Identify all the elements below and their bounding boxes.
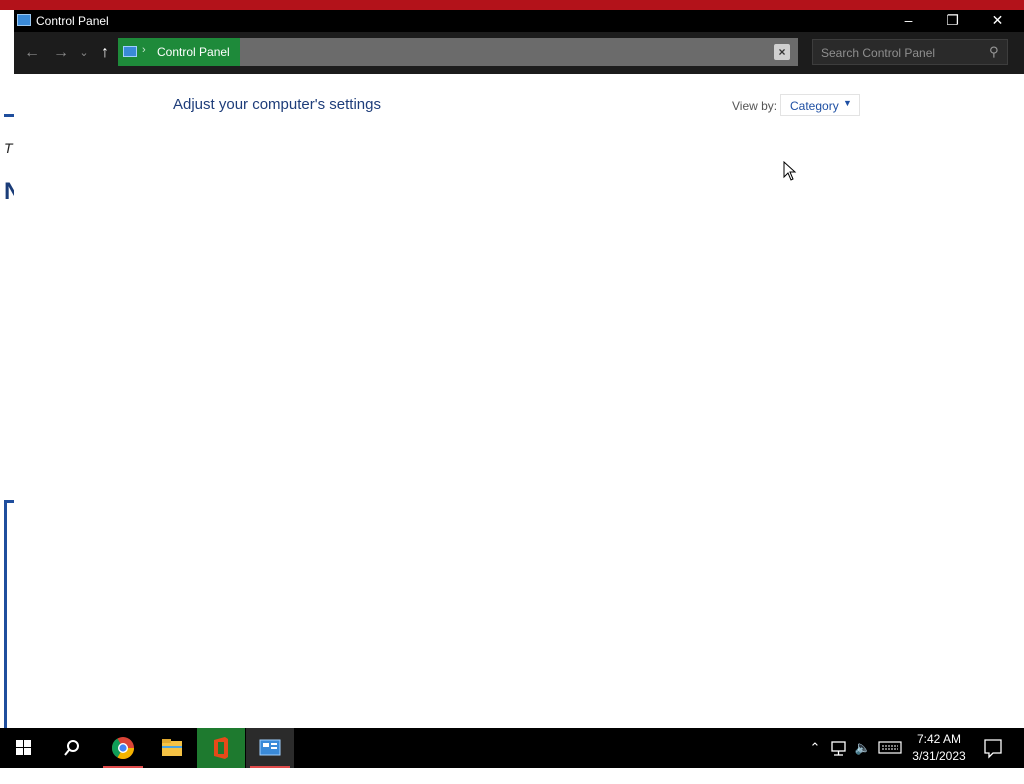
view-by-dropdown[interactable]: Category ▼ — [780, 94, 860, 116]
background-heading-fragment: N — [4, 178, 14, 205]
taskbar: ⌃ 🔈 7:42 AM 3/31/2023 — [0, 728, 1024, 768]
clear-address-icon[interactable]: × — [774, 44, 790, 60]
show-hidden-icons-chevron-icon[interactable]: ⌃ — [806, 728, 824, 768]
office-taskbar-button[interactable] — [197, 728, 245, 768]
control-panel-window: Control Panel – ❐ ✕ ← → ⌄ ↑ › Control Pa… — [14, 10, 1024, 728]
windows-logo-icon — [16, 740, 31, 755]
notification-icon — [984, 739, 1002, 759]
clock-time: 7:42 AM — [916, 732, 962, 746]
system-clock[interactable]: 7:42 AM 3/31/2023 — [904, 731, 974, 765]
network-icon-graphic — [831, 741, 846, 756]
breadcrumb[interactable]: › Control Panel — [118, 38, 240, 66]
start-button[interactable] — [0, 728, 48, 768]
page-title: Adjust your computer's settings — [173, 96, 381, 113]
dropdown-arrow-icon[interactable]: ▼ — [843, 98, 852, 108]
recent-locations-chevron-icon[interactable]: ⌄ — [76, 42, 92, 64]
search-box[interactable]: ⚲ — [812, 39, 1008, 65]
background-text-fragment: T — [4, 140, 13, 156]
background-window-edge: T N — [0, 10, 14, 728]
forward-arrow-icon[interactable]: → — [50, 42, 72, 64]
network-icon[interactable] — [828, 728, 850, 768]
restore-button[interactable]: ❐ — [930, 10, 975, 32]
breadcrumb-separator-icon: › — [142, 44, 146, 56]
control-panel-icon — [259, 739, 281, 756]
clock-date: 3/31/2023 — [912, 749, 966, 763]
navigation-bar: ← → ⌄ ↑ › Control Panel × ⚲ — [14, 32, 1024, 74]
search-icon[interactable]: ⚲ — [989, 44, 999, 60]
chrome-icon — [112, 737, 134, 759]
view-by-label: View by: — [732, 99, 778, 113]
view-by-value[interactable]: Category — [790, 99, 839, 113]
mouse-cursor-icon — [783, 161, 797, 181]
keyboard-icon[interactable] — [877, 728, 903, 768]
back-arrow-icon[interactable]: ← — [21, 42, 43, 64]
action-center-icon[interactable] — [978, 728, 1008, 768]
search-icon — [64, 740, 79, 756]
taskbar-search-button[interactable] — [48, 728, 96, 768]
window-title: Control Panel — [36, 14, 109, 28]
chrome-taskbar-button[interactable] — [99, 728, 147, 768]
background-box — [4, 500, 14, 728]
volume-icon[interactable]: 🔈 — [852, 728, 874, 768]
close-button[interactable]: ✕ — [975, 10, 1020, 32]
control-panel-icon — [17, 14, 31, 26]
keyboard-icon-graphic — [878, 741, 902, 754]
control-panel-icon — [123, 46, 137, 57]
file-explorer-icon — [162, 739, 182, 756]
control-panel-taskbar-button[interactable] — [246, 728, 294, 768]
breadcrumb-label[interactable]: Control Panel — [157, 45, 230, 59]
minimize-button[interactable]: – — [886, 10, 931, 32]
file-explorer-taskbar-button[interactable] — [148, 728, 196, 768]
background-accent-bar — [4, 114, 14, 117]
up-arrow-icon[interactable]: ↑ — [94, 42, 116, 64]
background-desktop-strip — [0, 0, 1024, 10]
address-bar[interactable]: › Control Panel × — [118, 38, 798, 66]
search-input[interactable] — [819, 43, 983, 63]
office-icon — [214, 737, 228, 759]
title-bar: Control Panel – ❐ ✕ — [14, 10, 1024, 32]
